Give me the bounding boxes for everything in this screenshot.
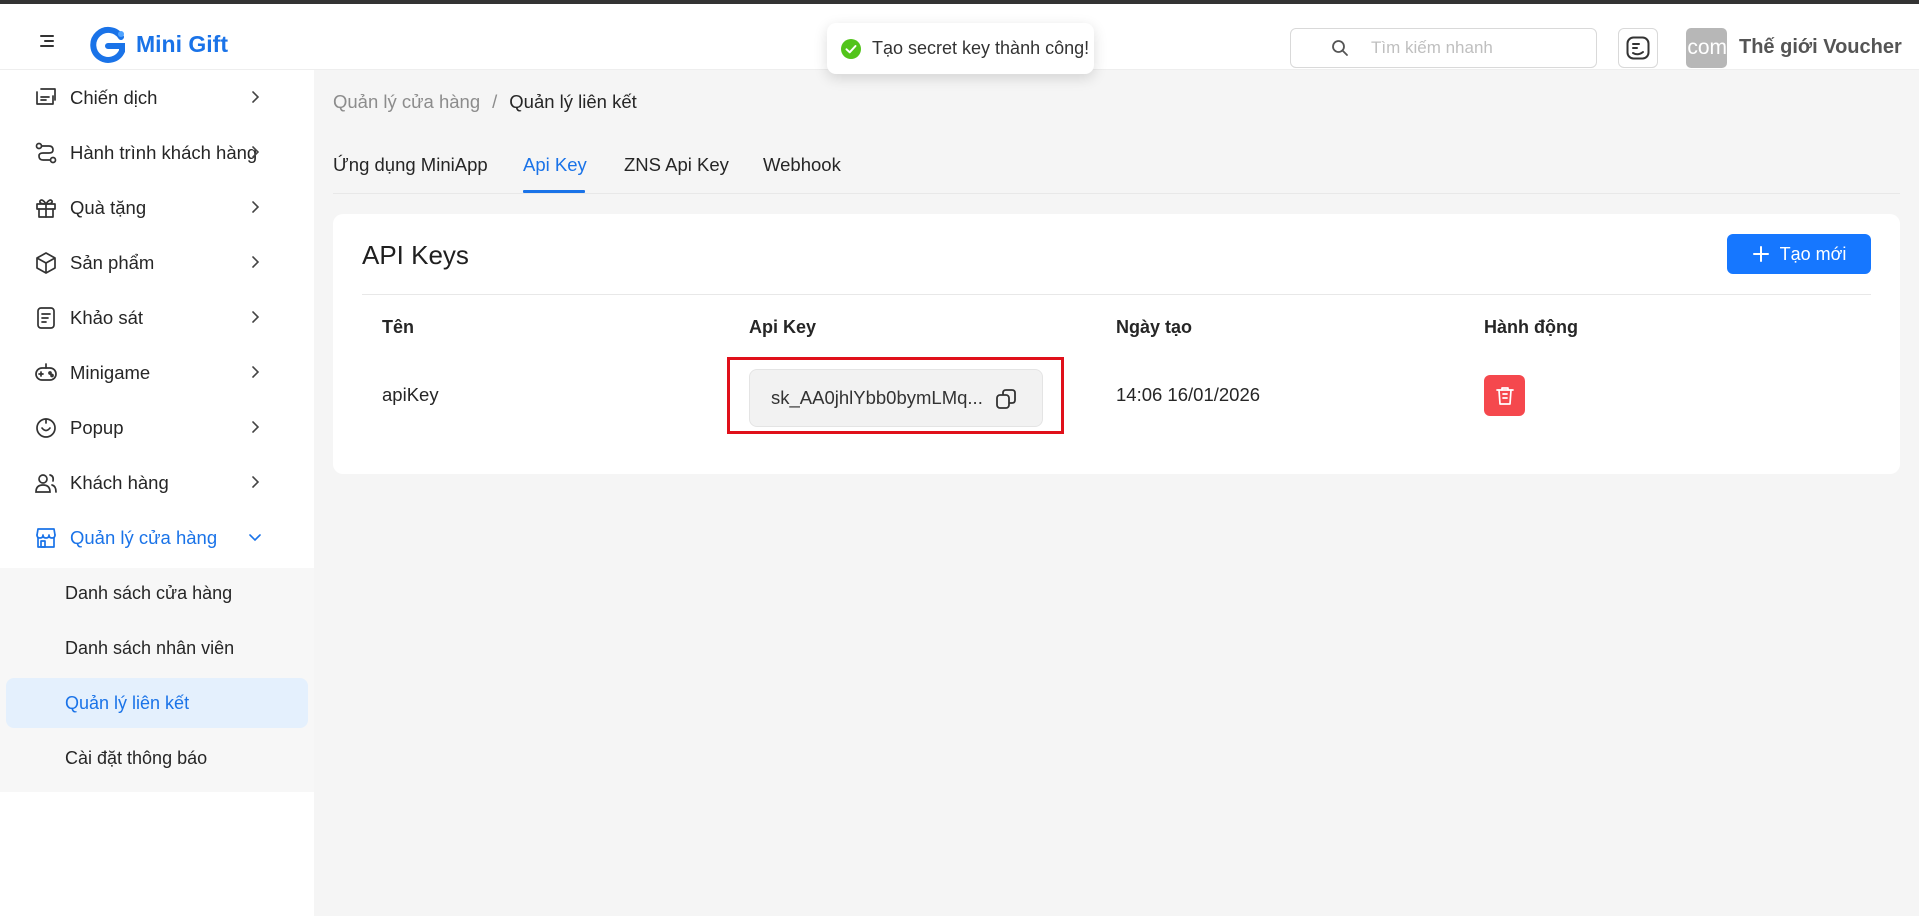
breadcrumb-separator: /	[492, 91, 498, 112]
breadcrumb: Quản lý cửa hàng / Quản lý liên kết	[333, 91, 637, 113]
active-tab-indicator	[523, 190, 585, 193]
chevron-right-icon	[252, 256, 260, 268]
plus-icon	[1752, 246, 1769, 262]
chevron-down-icon	[249, 534, 261, 542]
sidebar-item-label: Chiến dịch	[70, 86, 158, 108]
survey-icon	[33, 306, 59, 330]
column-header-api-key: Api Key	[749, 317, 817, 337]
chevron-right-icon	[252, 311, 260, 323]
store-submenu: Danh sách cửa hàng Danh sách nhân viên Q…	[0, 568, 314, 792]
quick-search[interactable]	[1290, 28, 1597, 68]
sidebar-item-label: Quản lý cửa hàng	[70, 526, 218, 548]
column-header-name: Tên	[382, 317, 415, 337]
submenu-item-link-management[interactable]: Quản lý liên kết	[6, 678, 308, 728]
app-name: Mini Gift	[136, 30, 228, 57]
chevron-right-icon	[252, 201, 260, 213]
sidebar: Chiến dịch Hành trình khách hàng Quà tặn…	[0, 70, 314, 916]
tab-bar: Ứng dụng MiniApp Api Key ZNS Api Key Web…	[333, 150, 1900, 194]
submenu-item-notification-settings[interactable]: Cài đặt thông báo	[6, 733, 308, 783]
sidebar-item-products[interactable]: Sản phẩm	[0, 235, 314, 290]
chevron-right-icon	[252, 146, 260, 158]
chevron-right-icon	[252, 91, 260, 103]
tab-zns-api-key[interactable]: ZNS Api Key	[624, 154, 729, 176]
tab-api-key[interactable]: Api Key	[523, 154, 587, 176]
sidebar-item-journey[interactable]: Hành trình khách hàng	[0, 125, 314, 180]
success-toast: Tạo secret key thành công!	[827, 23, 1094, 74]
game-controller-icon	[33, 361, 59, 385]
tab-miniapp[interactable]: Ứng dụng MiniApp	[333, 154, 488, 176]
sidebar-item-popup[interactable]: Popup	[0, 400, 314, 455]
api-keys-card: API Keys Tạo mới Tên Api Key Ngày tạo Hà…	[333, 214, 1900, 474]
sidebar-item-survey[interactable]: Khảo sát	[0, 290, 314, 345]
divider	[362, 294, 1871, 295]
create-new-label: Tạo mới	[1779, 243, 1847, 264]
gift-icon	[33, 196, 59, 220]
avatar[interactable]: com	[1686, 28, 1727, 68]
card-title: API Keys	[362, 240, 469, 270]
user-name[interactable]: Thế giới Voucher	[1739, 36, 1902, 59]
search-icon	[1331, 39, 1349, 57]
check-circle-icon	[841, 38, 861, 59]
product-box-icon	[33, 251, 59, 275]
popup-icon	[33, 416, 59, 440]
breadcrumb-parent[interactable]: Quản lý cửa hàng	[333, 91, 480, 113]
store-icon	[33, 526, 59, 550]
sidebar-item-label: Khảo sát	[70, 306, 144, 328]
column-header-actions: Hành động	[1484, 317, 1578, 337]
chevron-right-icon	[252, 366, 260, 378]
row-name: apiKey	[382, 384, 439, 405]
chevron-right-icon	[252, 476, 260, 488]
row-created-date: 14:06 16/01/2026	[1116, 384, 1261, 405]
sidebar-item-label: Khách hàng	[70, 471, 169, 493]
sidebar-item-label: Hành trình khách hàng	[70, 141, 258, 163]
sidebar-item-campaign[interactable]: Chiến dịch	[0, 70, 314, 125]
logo-icon	[90, 26, 125, 63]
campaign-icon	[33, 86, 59, 110]
chevron-right-icon	[252, 421, 260, 433]
tab-webhook[interactable]: Webhook	[763, 154, 841, 176]
submenu-item-staff-list[interactable]: Danh sách nhân viên	[6, 623, 308, 673]
sidebar-item-label: Quà tặng	[70, 196, 147, 218]
toast-message: Tạo secret key thành công!	[872, 38, 1090, 58]
submenu-item-store-list[interactable]: Danh sách cửa hàng	[6, 568, 308, 618]
column-header-created: Ngày tạo	[1116, 317, 1193, 337]
breadcrumb-current: Quản lý liên kết	[509, 91, 637, 112]
sidebar-item-label: Minigame	[70, 361, 151, 383]
journey-icon	[33, 141, 59, 165]
sidebar-item-gifts[interactable]: Quà tặng	[0, 180, 314, 235]
menu-toggle-icon[interactable]	[36, 32, 58, 50]
avatar-text: com	[1687, 36, 1727, 59]
message-icon	[1626, 36, 1650, 60]
sidebar-item-customers[interactable]: Khách hàng	[0, 455, 314, 510]
customers-icon	[33, 471, 59, 495]
delete-button[interactable]	[1484, 375, 1525, 416]
sidebar-item-label: Sản phẩm	[70, 251, 155, 273]
app-logo[interactable]: Mini Gift	[88, 24, 228, 64]
sidebar-item-label: Popup	[70, 416, 124, 438]
sidebar-item-store-management[interactable]: Quản lý cửa hàng	[0, 510, 314, 565]
search-input[interactable]	[1371, 38, 1571, 58]
create-new-button[interactable]: Tạo mới	[1727, 234, 1871, 274]
trash-icon	[1495, 386, 1514, 405]
highlight-box	[727, 357, 1064, 434]
notification-button[interactable]	[1618, 28, 1658, 68]
sidebar-item-minigame[interactable]: Minigame	[0, 345, 314, 400]
